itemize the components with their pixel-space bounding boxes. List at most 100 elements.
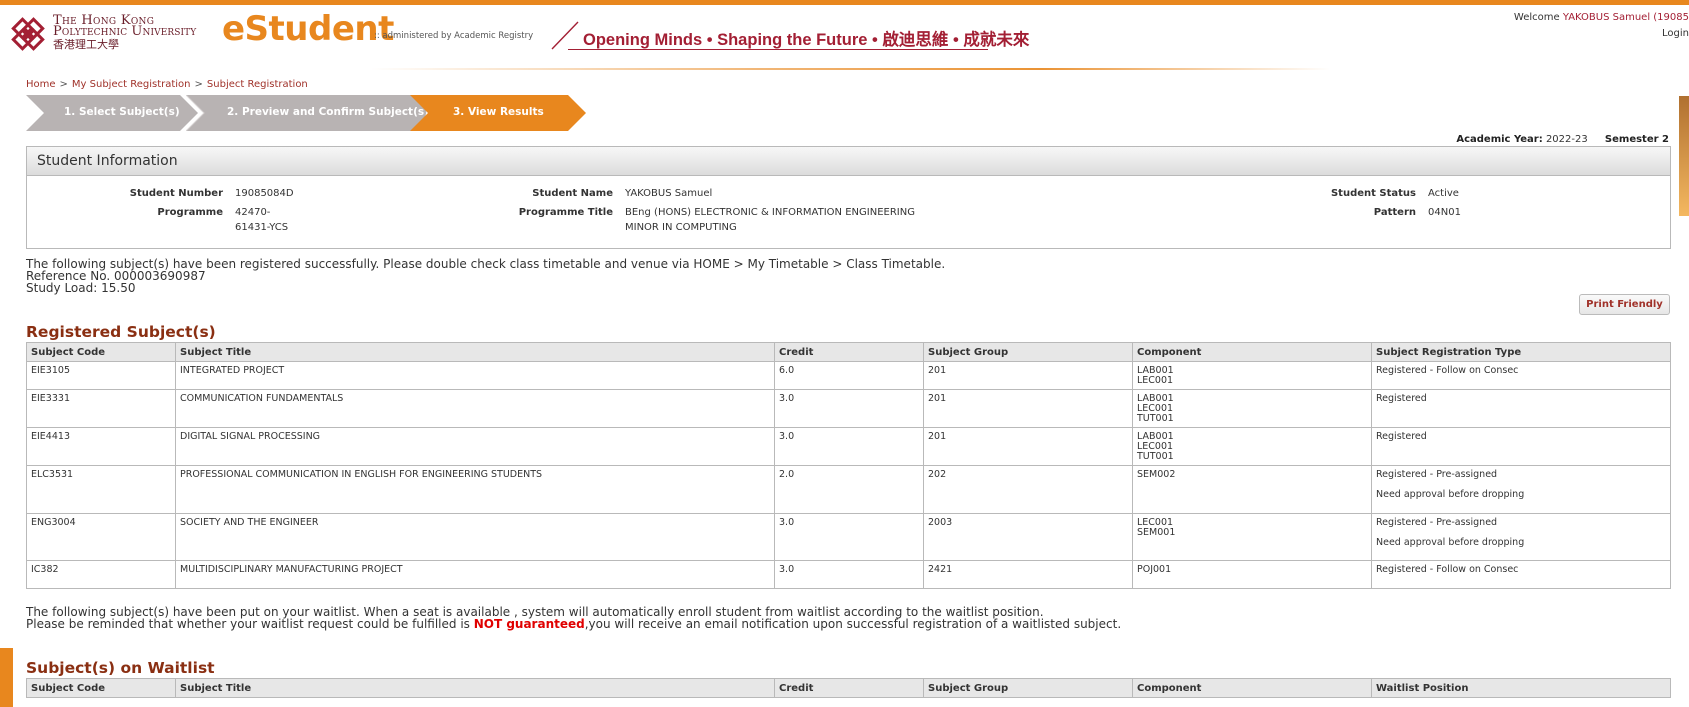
column-header-subject-group: Subject Group	[923, 678, 1133, 698]
subject-code-cell: EIE3105	[26, 361, 176, 390]
pattern-value: 04N01	[1428, 207, 1461, 218]
step-select-subjects: 1. Select Subject(s)	[26, 95, 198, 131]
component-item: TUT001	[1137, 451, 1174, 462]
table-row: EIE3105 INTEGRATED PROJECT 6.0 201 LAB00…	[26, 361, 1671, 390]
component-item: LEC001	[1137, 375, 1174, 386]
waitlist-table: Subject Code Subject Title Credit Subjec…	[26, 678, 1671, 698]
programme-title-line2: MINOR IN COMPUTING	[625, 222, 737, 233]
success-notice: The following subject(s) have been regis…	[26, 258, 945, 294]
registration-type-cell: Registered	[1371, 389, 1671, 428]
column-header-component: Component	[1132, 678, 1372, 698]
credit-cell: 3.0	[774, 389, 924, 428]
slogan-underline	[568, 49, 988, 50]
table-row: EIE4413 DIGITAL SIGNAL PROCESSING 3.0 20…	[26, 427, 1671, 466]
login-link[interactable]: Login	[1662, 28, 1689, 39]
step-select-subjects-label: 1. Select Subject(s)	[64, 106, 180, 118]
subject-code-cell: ELC3531	[26, 465, 176, 514]
step-view-results-label: 3. View Results	[453, 106, 544, 118]
subject-group-cell: 2003	[923, 513, 1133, 561]
column-header-subject-title: Subject Title	[175, 678, 775, 698]
slogan: Opening Minds • Shaping the Future • 啟迪思…	[583, 31, 1030, 49]
column-header-credit: Credit	[774, 342, 924, 362]
column-header-waitlist-position: Waitlist Position	[1371, 678, 1671, 698]
subject-group-cell: 2421	[923, 560, 1133, 589]
header-divider	[370, 68, 1330, 70]
welcome-user-name[interactable]: YAKOBUS Samuel (19085	[1563, 12, 1689, 23]
breadcrumb-home[interactable]: Home	[26, 79, 56, 90]
registration-type-item: Need approval before dropping	[1376, 489, 1525, 500]
component-item: POJ001	[1137, 564, 1172, 575]
print-friendly-button[interactable]: Print Friendly	[1579, 294, 1670, 315]
component-cell: LEC001 SEM001	[1132, 513, 1372, 561]
right-side-tab[interactable]	[1679, 96, 1689, 216]
waitlist-reminder-prefix: Please be reminded that whether your wai…	[26, 617, 474, 631]
table-row: EIE3331 COMMUNICATION FUNDAMENTALS 3.0 2…	[26, 389, 1671, 428]
subject-group-cell: 202	[923, 465, 1133, 514]
subject-title-cell: PROFESSIONAL COMMUNICATION IN ENGLISH FO…	[175, 465, 775, 514]
academic-year-value: 2022-23	[1545, 134, 1588, 145]
table-header-row: Subject Code Subject Title Credit Subjec…	[26, 678, 1671, 698]
table-row: ENG3004 SOCIETY AND THE ENGINEER 3.0 200…	[26, 513, 1671, 561]
subject-code-cell: IC382	[26, 560, 176, 589]
component-item: TUT001	[1137, 413, 1174, 424]
component-cell: LAB001 LEC001 TUT001	[1132, 389, 1372, 428]
programme-value-line1: 42470-	[235, 207, 271, 218]
step-view-results: 3. View Results	[410, 95, 586, 131]
student-information-panel: Student Information Student Number 19085…	[26, 146, 1671, 249]
academic-period: Academic Year: 2022-23 Semester 2	[1456, 134, 1669, 145]
welcome-prefix: Welcome	[1513, 12, 1560, 23]
programme-label: Programme	[157, 207, 223, 218]
pattern-label: Pattern	[1373, 207, 1416, 218]
programme-title-label: Programme Title	[518, 207, 613, 218]
waitlist-reminder-suffix: ,you will receive an email notification …	[584, 617, 1122, 631]
subject-code-cell: ENG3004	[26, 513, 176, 561]
registration-type-item: Registered - Follow on Consec	[1376, 564, 1519, 575]
credit-cell: 3.0	[774, 560, 924, 589]
student-number-label: Student Number	[129, 188, 223, 199]
subject-group-cell: 201	[923, 427, 1133, 466]
breadcrumb-subject-registration[interactable]: Subject Registration	[207, 79, 308, 90]
column-header-subject-code: Subject Code	[26, 678, 176, 698]
academic-year-label: Academic Year:	[1456, 134, 1543, 145]
app-logo[interactable]: eStudent	[222, 9, 394, 49]
registration-type-cell: Registered - Pre-assigned Need approval …	[1371, 513, 1671, 561]
left-accent-bar	[0, 648, 13, 707]
subject-title-cell: MULTIDISCIPLINARY MANUFACTURING PROJECT	[175, 560, 775, 589]
student-number-value: 19085084D	[235, 188, 294, 199]
not-guaranteed-text: NOT guaranteed	[473, 617, 585, 631]
column-header-credit: Credit	[774, 678, 924, 698]
student-information-title: Student Information	[37, 153, 178, 169]
subject-group-cell: 201	[923, 389, 1133, 428]
top-accent-bar	[0, 0, 1689, 5]
component-cell: LAB001 LEC001	[1132, 361, 1372, 390]
waitlist-notice: The following subject(s) have been put o…	[26, 606, 1121, 630]
welcome-message: Welcome YAKOBUS Samuel (19085	[1514, 12, 1689, 23]
breadcrumb: Home > My Subject Registration > Subject Reg…	[26, 79, 308, 90]
student-status-value: Active	[1428, 188, 1459, 199]
polyu-logo-icon	[11, 17, 45, 51]
step-preview-confirm: 2. Preview and Confirm Subject(s)	[186, 95, 434, 131]
university-name-line2: Polytechnic University	[53, 24, 197, 39]
credit-cell: 3.0	[774, 513, 924, 561]
programme-title-value: BEng (HONS) ELECTRONIC & INFORMATION ENG…	[625, 205, 915, 235]
subject-title-cell: DIGITAL SIGNAL PROCESSING	[175, 427, 775, 466]
university-name-chinese: 香港理工大學	[53, 38, 119, 51]
university-name: The Hong Kong Polytechnic University 香港理…	[53, 14, 197, 51]
component-cell: POJ001	[1132, 560, 1372, 589]
component-item: SEM001	[1137, 527, 1176, 538]
student-name-label: Student Name	[532, 188, 613, 199]
credit-cell: 2.0	[774, 465, 924, 514]
registration-type-item: Need approval before dropping	[1376, 537, 1525, 548]
slogan-slash-icon	[551, 21, 579, 50]
breadcrumb-my-subject-registration[interactable]: My Subject Registration	[72, 79, 191, 90]
programme-title-line1: BEng (HONS) ELECTRONIC & INFORMATION ENG…	[625, 207, 915, 218]
semester-label: Semester 2	[1604, 134, 1669, 145]
credit-cell: 3.0	[774, 427, 924, 466]
registration-type-cell: Registered - Follow on Consec	[1371, 361, 1671, 390]
student-information-header: Student Information	[27, 147, 1670, 176]
credit-cell: 6.0	[774, 361, 924, 390]
table-row: IC382 MULTIDISCIPLINARY MANUFACTURING PR…	[26, 560, 1671, 589]
subject-code-cell: EIE4413	[26, 427, 176, 466]
subject-title-cell: COMMUNICATION FUNDAMENTALS	[175, 389, 775, 428]
programme-value-line2: 61431-YCS	[235, 222, 289, 233]
